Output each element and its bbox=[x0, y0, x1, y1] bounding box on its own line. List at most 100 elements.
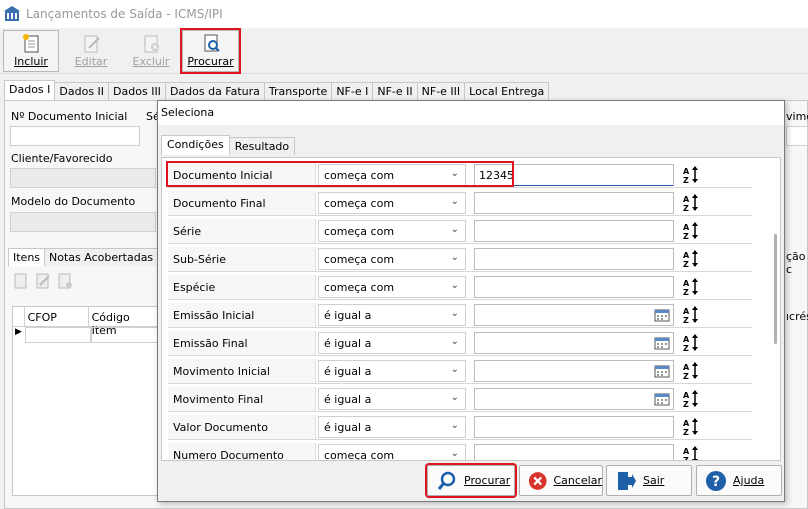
incluir-button[interactable]: Incluir bbox=[3, 30, 59, 72]
condition-operator-select[interactable]: é igual a ⌄ bbox=[318, 332, 466, 354]
tab-resultado[interactable]: Resultado bbox=[228, 137, 296, 155]
editar-button[interactable]: Editar bbox=[63, 30, 119, 72]
cancelar-button[interactable]: Cancelar bbox=[519, 465, 603, 496]
tab-local-entrega[interactable]: Local Entrega bbox=[464, 82, 550, 100]
col-codigo-item[interactable]: Código Item bbox=[89, 307, 159, 337]
sort-az-icon[interactable]: AZ bbox=[682, 193, 702, 213]
items-grid[interactable]: CFOP Código Item ▶ bbox=[12, 306, 160, 496]
condition-operator-select[interactable]: começa com ⌄ bbox=[318, 164, 466, 186]
calendar-icon[interactable] bbox=[654, 364, 670, 378]
condition-value-input[interactable] bbox=[474, 304, 674, 326]
sort-az-icon[interactable]: AZ bbox=[682, 445, 702, 461]
condition-field-name: Movimento Final bbox=[168, 387, 316, 411]
tab-dados-iii[interactable]: Dados III bbox=[108, 82, 166, 100]
condition-operator-select[interactable]: começa com ⌄ bbox=[318, 248, 466, 270]
ajuda-label: Ajuda bbox=[733, 474, 765, 487]
sair-label: Sair bbox=[643, 474, 665, 487]
operator-value: começa com bbox=[324, 449, 395, 461]
tab-condicoes[interactable]: Condições bbox=[161, 135, 230, 155]
condition-value-input[interactable] bbox=[474, 388, 674, 410]
tab-nfe-iii[interactable]: NF-e III bbox=[416, 82, 466, 100]
condition-operator-select[interactable]: é igual a ⌄ bbox=[318, 388, 466, 410]
condition-field-name: Movimento Inicial bbox=[168, 359, 316, 383]
condition-field-name: Documento Final bbox=[168, 191, 316, 215]
condition-operator-select[interactable]: é igual a ⌄ bbox=[318, 304, 466, 326]
condition-operator-select[interactable]: é igual a ⌄ bbox=[318, 416, 466, 438]
condition-operator-select[interactable]: começa com ⌄ bbox=[318, 192, 466, 214]
right-label-3: ıcrésc bbox=[786, 310, 808, 323]
tab-nfe-i[interactable]: NF-e I bbox=[331, 82, 374, 100]
condition-row: Movimento Inicial é igual a ⌄ A Z bbox=[168, 358, 752, 384]
calendar-icon[interactable] bbox=[654, 336, 670, 350]
calendar-icon[interactable] bbox=[654, 392, 670, 406]
modelo-field[interactable] bbox=[10, 212, 156, 232]
tab-nfe-ii[interactable]: NF-e II bbox=[372, 82, 418, 100]
operator-value: é igual a bbox=[324, 393, 372, 406]
table-row[interactable]: ▶ bbox=[13, 327, 159, 343]
condition-value-input[interactable] bbox=[474, 444, 674, 460]
toolbar: Incluir Editar Excluir Procurar bbox=[0, 28, 808, 74]
condition-field-name: Sub-Série bbox=[168, 247, 316, 271]
condition-value-input[interactable] bbox=[474, 276, 674, 298]
sort-az-icon[interactable]: AZ bbox=[682, 221, 702, 241]
tab-notas-acobertadas[interactable]: Notas Acobertadas bbox=[44, 248, 159, 266]
sort-az-icon[interactable]: AZ bbox=[682, 249, 702, 269]
sort-az-icon[interactable]: AZ bbox=[682, 417, 702, 437]
dialog-procurar-label: Procurar bbox=[464, 474, 511, 487]
svg-text:Z: Z bbox=[683, 316, 689, 325]
sort-az-icon[interactable]: AZ bbox=[682, 305, 702, 325]
condition-operator-select[interactable]: é igual a ⌄ bbox=[318, 360, 466, 382]
sort-az-icon[interactable]: AZ bbox=[682, 361, 702, 381]
tab-dados-i[interactable]: Dados I bbox=[4, 80, 56, 100]
condition-operator-select[interactable]: começa com ⌄ bbox=[318, 220, 466, 242]
movimento-field[interactable] bbox=[786, 126, 808, 146]
col-cfop[interactable]: CFOP bbox=[25, 307, 89, 326]
svg-text:Z: Z bbox=[683, 204, 689, 213]
dialog-procurar-button[interactable]: Procurar bbox=[425, 463, 517, 498]
tab-itens[interactable]: Itens bbox=[8, 248, 46, 266]
condition-value-input[interactable] bbox=[474, 192, 674, 214]
cliente-field[interactable] bbox=[10, 168, 156, 188]
calendar-icon[interactable] bbox=[654, 308, 670, 322]
procurar-button[interactable]: Procurar bbox=[180, 28, 241, 74]
ajuda-button[interactable]: ? Ajuda bbox=[696, 465, 782, 496]
sort-az-icon[interactable]: AZ bbox=[682, 277, 702, 297]
edit-document-icon bbox=[84, 35, 100, 53]
condition-operator-select[interactable]: começa com ⌄ bbox=[318, 276, 466, 298]
condition-value-input[interactable] bbox=[474, 220, 674, 242]
delete-item-icon[interactable] bbox=[56, 272, 74, 290]
condition-value-input[interactable] bbox=[474, 416, 674, 438]
right-label-2: ção c bbox=[786, 250, 806, 276]
sort-az-icon[interactable]: AZ bbox=[682, 389, 702, 409]
condition-value-input[interactable] bbox=[474, 248, 674, 270]
search-icon bbox=[437, 471, 456, 490]
condition-field-name: Série bbox=[168, 219, 316, 243]
movimento-label: vime bbox=[786, 110, 808, 123]
svg-text:Z: Z bbox=[683, 288, 689, 297]
operator-value: começa com bbox=[324, 197, 395, 210]
sort-az-icon[interactable]: AZ bbox=[682, 165, 702, 185]
sair-button[interactable]: Sair bbox=[606, 465, 692, 496]
edit-item-icon[interactable] bbox=[34, 272, 52, 290]
exit-icon bbox=[618, 471, 636, 490]
operator-value: começa com bbox=[324, 225, 395, 238]
add-item-icon[interactable] bbox=[12, 272, 30, 290]
svg-text:A: A bbox=[683, 223, 690, 232]
tab-dados-ii[interactable]: Dados II bbox=[54, 82, 110, 100]
doc-inicial-field[interactable] bbox=[10, 126, 140, 146]
svg-text:A: A bbox=[683, 363, 690, 372]
scrollbar-thumb[interactable] bbox=[774, 234, 777, 344]
condition-value-input[interactable] bbox=[474, 360, 674, 382]
condition-value-input[interactable]: 12345 bbox=[474, 164, 674, 186]
sort-az-icon[interactable]: AZ bbox=[682, 333, 702, 353]
tab-dados-fatura[interactable]: Dados da Fatura bbox=[164, 82, 265, 100]
excluir-button[interactable]: Excluir bbox=[123, 30, 179, 72]
tab-transporte[interactable]: Transporte bbox=[263, 82, 333, 100]
grid-header: CFOP Código Item bbox=[13, 307, 159, 337]
conditions-scrollbar[interactable] bbox=[772, 158, 780, 460]
svg-text:A: A bbox=[683, 447, 690, 456]
condition-operator-select[interactable]: começa com ⌄ bbox=[318, 444, 466, 461]
condition-value-input[interactable] bbox=[474, 332, 674, 354]
svg-text:A: A bbox=[683, 251, 690, 260]
condition-row: Espécie começa com ⌄ A Z bbox=[168, 274, 752, 300]
